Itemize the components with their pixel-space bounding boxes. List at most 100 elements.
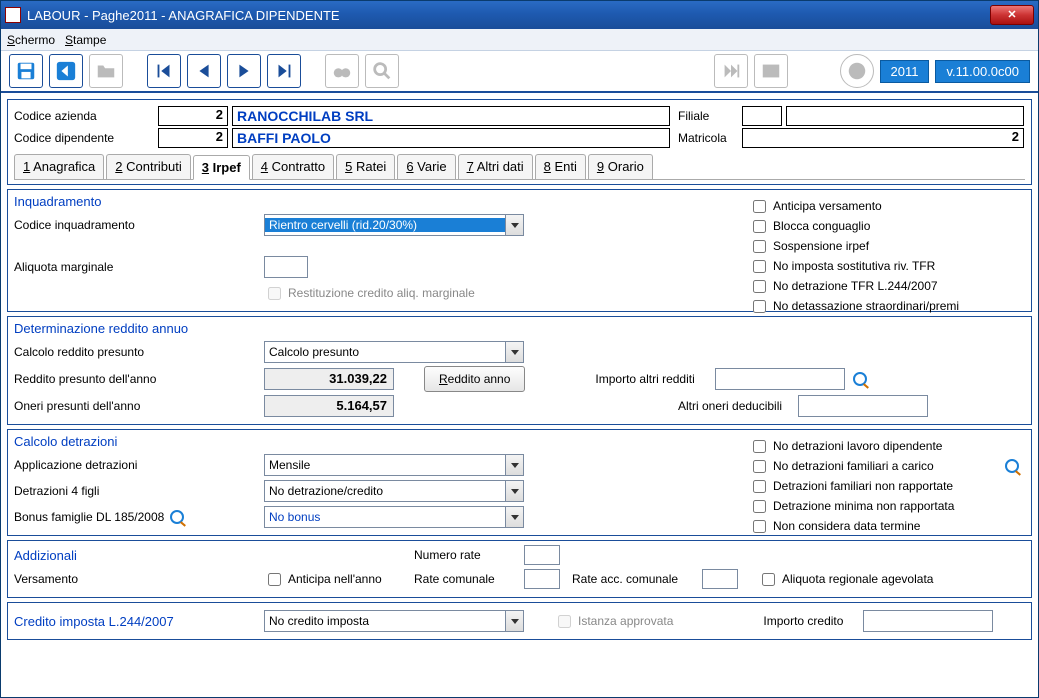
tab-contratto[interactable]: 4 Contratto: [252, 154, 334, 179]
detrazioni-4figli-label: Detrazioni 4 figli: [14, 484, 264, 498]
credito-panel: Credito imposta L.244/2007 No credito im…: [7, 602, 1032, 640]
chk-sospensione-irpef[interactable]: Sospensione irpef: [749, 236, 1019, 256]
chk-istanza-approvata: Istanza approvata: [554, 611, 673, 631]
altri-oneri-label: Altri oneri deducibili: [678, 399, 798, 413]
last-button[interactable]: [267, 54, 301, 88]
chevron-down-icon: [505, 611, 523, 631]
next-button[interactable]: [227, 54, 261, 88]
menu-schermo[interactable]: Schermo: [7, 33, 55, 47]
codice-azienda-field[interactable]: 2: [158, 106, 228, 126]
tab-ratei[interactable]: 5 Ratei: [336, 154, 395, 179]
tab-orario[interactable]: 9 Orario: [588, 154, 653, 179]
skip-last-button[interactable]: [714, 54, 748, 88]
tab-varie[interactable]: 6 Varie: [397, 154, 455, 179]
chk-detrazioni-rapportate[interactable]: Detrazioni familiari non rapportate: [749, 476, 1019, 496]
dipendente-name-field[interactable]: BAFFI PAOLO: [232, 128, 670, 148]
toolbar: 2011 v.11.00.0c00: [1, 51, 1038, 93]
binoculars-button[interactable]: [325, 54, 359, 88]
magnifier-icon[interactable]: [1005, 459, 1019, 473]
app-icon: [5, 7, 21, 23]
detrazioni-panel: Calcolo detrazioni No detrazioni lavoro …: [7, 429, 1032, 536]
next-icon: [233, 60, 255, 82]
chk-no-detrazioni-lavoro[interactable]: No detrazioni lavoro dipendente: [749, 436, 1019, 456]
prev-button[interactable]: [187, 54, 221, 88]
bonus-famiglie-select[interactable]: No bonus: [264, 506, 524, 528]
numero-rate-label: Numero rate: [414, 548, 524, 562]
search-icon: [371, 60, 393, 82]
tab-contributi[interactable]: 2 Contributi: [106, 154, 190, 179]
filiale-code-field[interactable]: [742, 106, 782, 126]
importo-credito-field[interactable]: [863, 610, 993, 632]
chk-no-imposta-sost[interactable]: No imposta sostitutiva riv. TFR: [749, 256, 1019, 276]
chk-aliquota-regionale[interactable]: Aliquota regionale agevolata: [758, 569, 933, 589]
azienda-name-field[interactable]: RANOCCHILAB SRL: [232, 106, 670, 126]
filiale-label: Filiale: [678, 109, 738, 123]
numero-rate-field[interactable]: [524, 545, 560, 565]
matricola-field[interactable]: 2: [742, 128, 1024, 148]
calcolo-presunto-select[interactable]: Calcolo presunto: [264, 341, 524, 363]
first-button[interactable]: [147, 54, 181, 88]
image-button[interactable]: [754, 54, 788, 88]
codice-azienda-label: Codice azienda: [14, 109, 154, 123]
chk-non-considera-data[interactable]: Non considera data termine: [749, 516, 1019, 536]
rate-comunale-field[interactable]: [524, 569, 560, 589]
aliquota-marginale-label: Aliquota marginale: [14, 260, 264, 274]
detrazioni-4figli-select[interactable]: No detrazione/credito: [264, 480, 524, 502]
search-button[interactable]: [365, 54, 399, 88]
tab-altri-dati[interactable]: 7 Altri dati: [458, 154, 533, 179]
chk-no-detrazioni-fam[interactable]: No detrazioni familiari a carico: [749, 456, 1019, 476]
reddito-presunto-label: Reddito presunto dell'anno: [14, 372, 264, 386]
codice-inquadramento-select[interactable]: Rientro cervelli (rid.20/30%): [264, 214, 524, 236]
folder-button[interactable]: [89, 54, 123, 88]
chevron-down-icon: [505, 455, 523, 475]
chk-anticipa-anno[interactable]: Anticipa nell'anno: [264, 569, 414, 589]
credito-title: Credito imposta L.244/2007: [14, 614, 264, 629]
matricola-label: Matricola: [678, 131, 738, 145]
chk-blocca-conguaglio[interactable]: Blocca conguaglio: [749, 216, 1019, 236]
magnifier-icon[interactable]: [853, 372, 867, 386]
window-title: LABOUR - Paghe2011 - ANAGRAFICA DIPENDEN…: [27, 8, 990, 23]
chk-anticipa-versamento[interactable]: Anticipa versamento: [749, 196, 1019, 216]
codice-dipendente-label: Codice dipendente: [14, 131, 154, 145]
importo-credito-label: Importo credito: [763, 614, 863, 628]
chevron-down-icon: [505, 507, 523, 527]
inquadramento-panel: Inquadramento Anticipa versamento Blocca…: [7, 189, 1032, 312]
tab-anagrafica[interactable]: 1 Anagrafica: [14, 154, 104, 179]
menubar: Schermo Stampe: [1, 29, 1038, 51]
tab-enti[interactable]: 8 Enti: [535, 154, 586, 179]
codice-dipendente-field[interactable]: 2: [158, 128, 228, 148]
magnifier-icon[interactable]: [170, 510, 184, 524]
header-panel: Codice azienda 2 RANOCCHILAB SRL Filiale…: [7, 99, 1032, 185]
credito-imposta-select[interactable]: No credito imposta: [264, 610, 524, 632]
rate-acc-comunale-label: Rate acc. comunale: [572, 572, 702, 586]
binoculars-icon: [331, 60, 353, 82]
addizionali-title: Addizionali: [14, 548, 264, 563]
importo-altri-redditi-field[interactable]: [715, 368, 845, 390]
addizionali-panel: Addizionali Numero rate Versamento Antic…: [7, 540, 1032, 598]
determinazione-title: Determinazione reddito annuo: [14, 321, 1025, 336]
filiale-name-field[interactable]: [786, 106, 1024, 126]
altri-oneri-field[interactable]: [798, 395, 928, 417]
oneri-presunti-label: Oneri presunti dell'anno: [14, 399, 264, 413]
reddito-anno-button[interactable]: Reddito anno: [424, 366, 525, 392]
save-button[interactable]: [9, 54, 43, 88]
circle-icon: [846, 60, 868, 82]
aliquota-marginale-field[interactable]: [264, 256, 308, 278]
chk-no-detrazione-tfr[interactable]: No detrazione TFR L.244/2007: [749, 276, 1019, 296]
determinazione-panel: Determinazione reddito annuo Calcolo red…: [7, 316, 1032, 425]
tab-irpef[interactable]: 3 Irpef: [193, 155, 250, 180]
reddito-presunto-value: 31.039,22: [264, 368, 394, 390]
chk-no-detassazione[interactable]: No detassazione straordinari/premi: [749, 296, 1019, 316]
codice-inquadramento-label: Codice inquadramento: [14, 218, 264, 232]
first-icon: [153, 60, 175, 82]
close-button[interactable]: ✕: [990, 5, 1034, 25]
last-icon: [273, 60, 295, 82]
applicazione-detrazioni-select[interactable]: Mensile: [264, 454, 524, 476]
chk-detrazione-minima[interactable]: Detrazione minima non rapportata: [749, 496, 1019, 516]
back-button[interactable]: [49, 54, 83, 88]
oneri-presunti-value: 5.164,57: [264, 395, 394, 417]
status-circle: [840, 54, 874, 88]
rate-acc-comunale-field[interactable]: [702, 569, 738, 589]
menu-stampe[interactable]: Stampe: [65, 33, 106, 47]
calcolo-presunto-label: Calcolo reddito presunto: [14, 345, 264, 359]
